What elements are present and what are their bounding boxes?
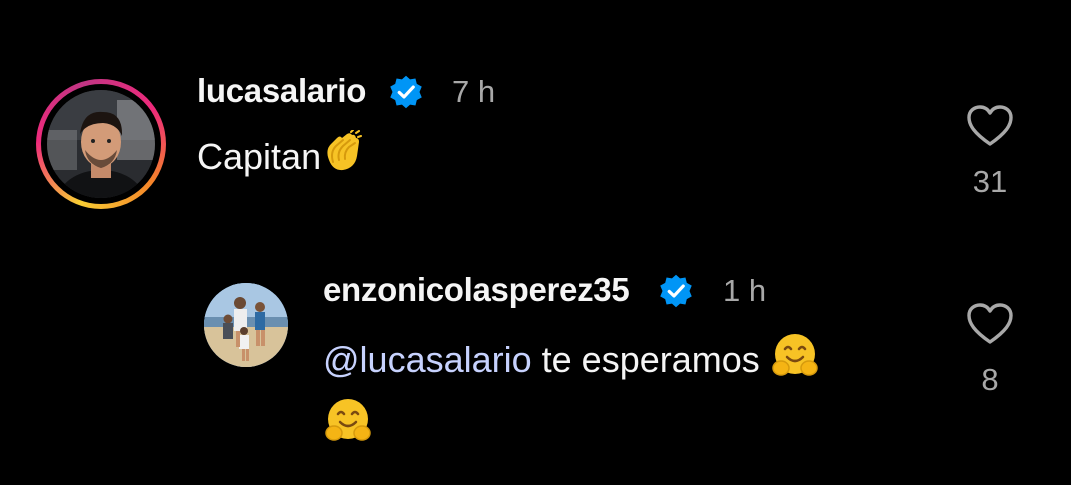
hugging-face-emoji bbox=[323, 395, 373, 460]
avatar-photo-image bbox=[204, 283, 288, 367]
reply-body: te esperamos bbox=[541, 339, 760, 381]
like-count: 8 bbox=[981, 362, 999, 397]
reply-username[interactable]: enzonicolasperez35 bbox=[323, 271, 630, 309]
avatar[interactable] bbox=[204, 283, 288, 367]
heart-outline-icon[interactable] bbox=[966, 302, 1014, 346]
hugging-face-emoji bbox=[770, 330, 820, 395]
reply-item: enzonicolasperez35 1 h @lucasalario te e… bbox=[0, 0, 1071, 441]
mention-link[interactable]: @lucasalario bbox=[323, 339, 532, 380]
reply-timestamp: 1 h bbox=[723, 273, 767, 308]
reply-text: @lucasalario te esperamos bbox=[323, 330, 923, 460]
verified-badge-icon bbox=[660, 274, 692, 308]
